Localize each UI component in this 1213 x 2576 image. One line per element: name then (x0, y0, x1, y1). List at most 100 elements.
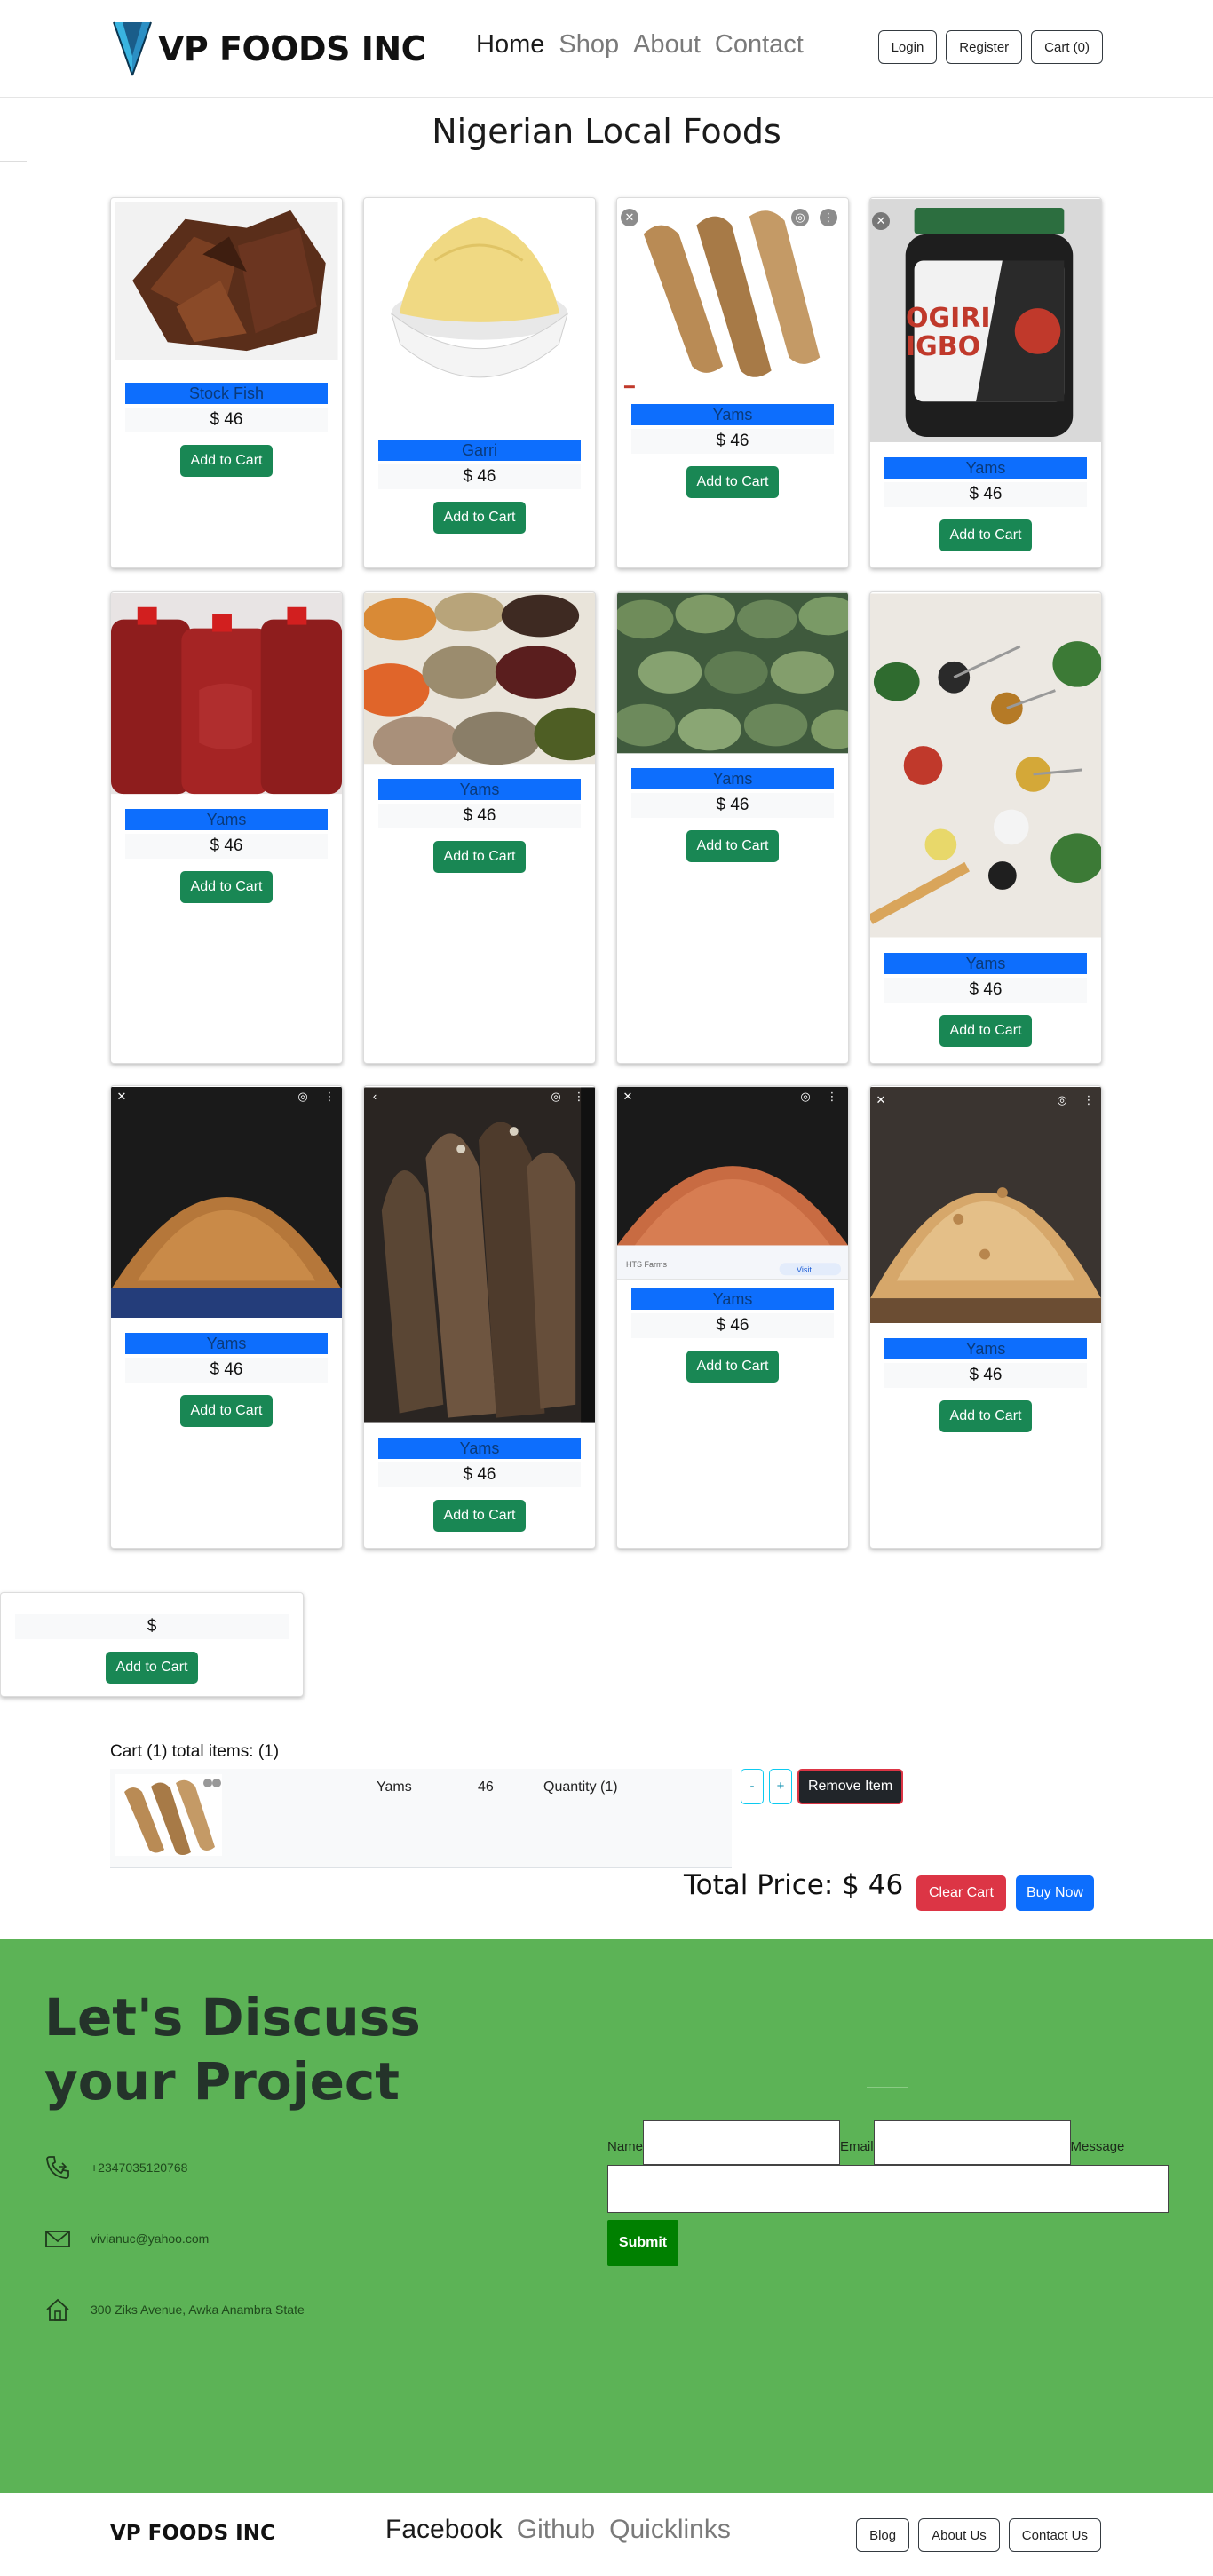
lens-icon[interactable]: ◎ (547, 1088, 565, 1106)
cart-item-price: 46 (478, 1779, 494, 1795)
product-image: ✕ ◎ ⋮ (617, 198, 848, 390)
product-card: Yams $ 46 Add to Cart (616, 591, 849, 1064)
close-icon[interactable]: ✕ (113, 1088, 131, 1106)
add-to-cart-button[interactable]: Add to Cart (179, 445, 274, 477)
add-to-cart-button[interactable]: Add to Cart (939, 1400, 1033, 1432)
address-text: 300 Ziks Avenue, Awka Anambra State (91, 2303, 305, 2317)
cart-button[interactable]: Cart (0) (1031, 30, 1103, 64)
product-info: Yams $ 46 Add to Cart (617, 404, 848, 498)
more-icon[interactable]: ⋮ (820, 209, 837, 226)
login-button[interactable]: Login (877, 30, 938, 64)
nav-shop[interactable]: Shop (559, 30, 619, 59)
product-info: Stock Fish $ 46 Add to Cart (111, 383, 342, 477)
add-to-cart-button[interactable]: Add to Cart (939, 519, 1033, 551)
visit-badge[interactable]: Visit (797, 1265, 812, 1274)
add-to-cart-button[interactable]: Add to Cart (686, 466, 780, 498)
brand[interactable]: VP FOODS INC (110, 20, 426, 78)
add-to-cart-button[interactable]: Add to Cart (686, 830, 780, 862)
add-to-cart-button[interactable]: Add to Cart (432, 1500, 527, 1532)
blog-button[interactable]: Blog (856, 2518, 910, 2552)
product-image (364, 198, 595, 415)
product-price: $ 46 (125, 1358, 328, 1383)
more-icon[interactable]: ⋮ (823, 1088, 841, 1106)
more-icon[interactable]: ⋮ (570, 1088, 588, 1106)
product-image: OGIRI IGBO ✕ (870, 198, 1101, 443)
product-info: Garri $ 46 Add to Cart (364, 440, 595, 534)
message-label: Message (1070, 2139, 1125, 2154)
lens-icon[interactable]: ◎ (791, 209, 809, 226)
footer-brand[interactable]: VP FOODS INC (110, 2522, 275, 2545)
decrease-quantity-button[interactable]: - (741, 1769, 764, 1804)
product-card: ✕ ◎ ⋮ Yams $ 46 Add to Cart (869, 1085, 1102, 1549)
contact-form-row: Name Email Message (607, 2120, 1124, 2165)
product-image (364, 592, 595, 765)
plantain-image (617, 592, 848, 754)
about-us-button[interactable]: About Us (918, 2518, 1000, 2552)
add-to-cart-button[interactable]: Add to Cart (432, 502, 527, 534)
add-to-cart-button[interactable]: Add to Cart (939, 1015, 1033, 1047)
footer-link-github[interactable]: Github (517, 2515, 595, 2545)
close-icon[interactable]: ✕ (619, 1088, 637, 1106)
dried-catfish-image (364, 1087, 595, 1423)
product-info: Yams $ 46 Add to Cart (364, 779, 595, 873)
product-price: $ 46 (631, 429, 834, 454)
product-info: Yams $ 46 Add to Cart (617, 1288, 848, 1383)
footer-link-facebook[interactable]: Facebook (385, 2515, 503, 2545)
phone-icon (46, 2156, 69, 2179)
close-icon[interactable]: ✕ (621, 209, 638, 226)
contact-us-button[interactable]: Contact Us (1008, 2518, 1101, 2552)
nut-basket-image (870, 1087, 1101, 1323)
email-input[interactable] (873, 2120, 1071, 2165)
lens-icon[interactable]: ◎ (797, 1088, 814, 1106)
lens-icon[interactable]: ◎ (1053, 1091, 1071, 1109)
nav-actions: Login Register Cart (0) (877, 30, 1103, 64)
more-icon[interactable]: ⋮ (1080, 1091, 1098, 1109)
name-input[interactable] (643, 2120, 841, 2165)
cart-yam-image (115, 1774, 222, 1856)
lens-icon[interactable]: ◎ (294, 1088, 312, 1106)
product-card: $ Add to Cart (0, 1592, 304, 1697)
close-icon[interactable]: ✕ (872, 212, 890, 230)
product-price: $ 46 (884, 978, 1087, 1003)
nav-contact[interactable]: Contact (715, 30, 804, 59)
product-name: Yams (631, 768, 834, 789)
contact-phone: +2347035120768 (44, 2154, 187, 2181)
product-name: Yams (884, 457, 1087, 479)
buy-now-button[interactable]: Buy Now (1016, 1875, 1095, 1911)
footer-link-quicklinks[interactable]: Quicklinks (609, 2515, 731, 2545)
total-price: Total Price: $ 46 (684, 1869, 904, 1901)
product-card: Yams $ 46 Add to Cart (869, 591, 1102, 1064)
message-textarea[interactable] (607, 2165, 1169, 2213)
product-image: ‹ ◎ ⋮ (364, 1086, 595, 1423)
register-button[interactable]: Register (946, 30, 1023, 64)
name-label: Name (607, 2139, 644, 2154)
product-image: HTS Farms Visit ✕ ◎ ⋮ (617, 1086, 848, 1280)
clear-cart-button[interactable]: Clear Cart (916, 1875, 1006, 1911)
increase-quantity-button[interactable]: + (769, 1769, 792, 1804)
jar-label: OGIRI IGBO (906, 303, 991, 362)
product-card: Garri $ 46 Add to Cart (363, 197, 596, 568)
add-to-cart-button[interactable]: Add to Cart (179, 871, 274, 903)
more-icon[interactable]: ⋮ (321, 1088, 338, 1106)
add-to-cart-button[interactable]: Add to Cart (432, 841, 527, 873)
product-card: ‹ ◎ ⋮ Yams $ 46 Add to Cart (363, 1085, 596, 1549)
product-card: ✕ ◎ ⋮ Yams $ 46 Add to Cart (110, 1085, 343, 1549)
add-to-cart-button[interactable]: Add to Cart (686, 1351, 780, 1383)
brand-name: VP FOODS INC (158, 29, 426, 68)
product-card: Yams $ 46 Add to Cart (363, 591, 596, 1064)
dried-fish-image (115, 202, 338, 360)
nav-home[interactable]: Home (476, 30, 544, 59)
grain-sacks-image (364, 592, 595, 765)
submit-button[interactable]: Submit (607, 2220, 678, 2266)
cart-item-quantity: Quantity (1) (543, 1779, 618, 1795)
product-price: $ 46 (884, 482, 1087, 507)
product-price: $ (15, 1614, 289, 1639)
remove-item-button[interactable]: Remove Item (797, 1769, 904, 1804)
back-icon[interactable]: ‹ (366, 1088, 384, 1106)
add-to-cart-button[interactable]: Add to Cart (179, 1395, 274, 1427)
product-name: Yams (631, 404, 834, 425)
add-to-cart-button[interactable]: Add to Cart (105, 1652, 199, 1684)
nav-about[interactable]: About (633, 30, 701, 59)
close-icon[interactable]: ✕ (872, 1091, 890, 1109)
divider (0, 161, 27, 162)
